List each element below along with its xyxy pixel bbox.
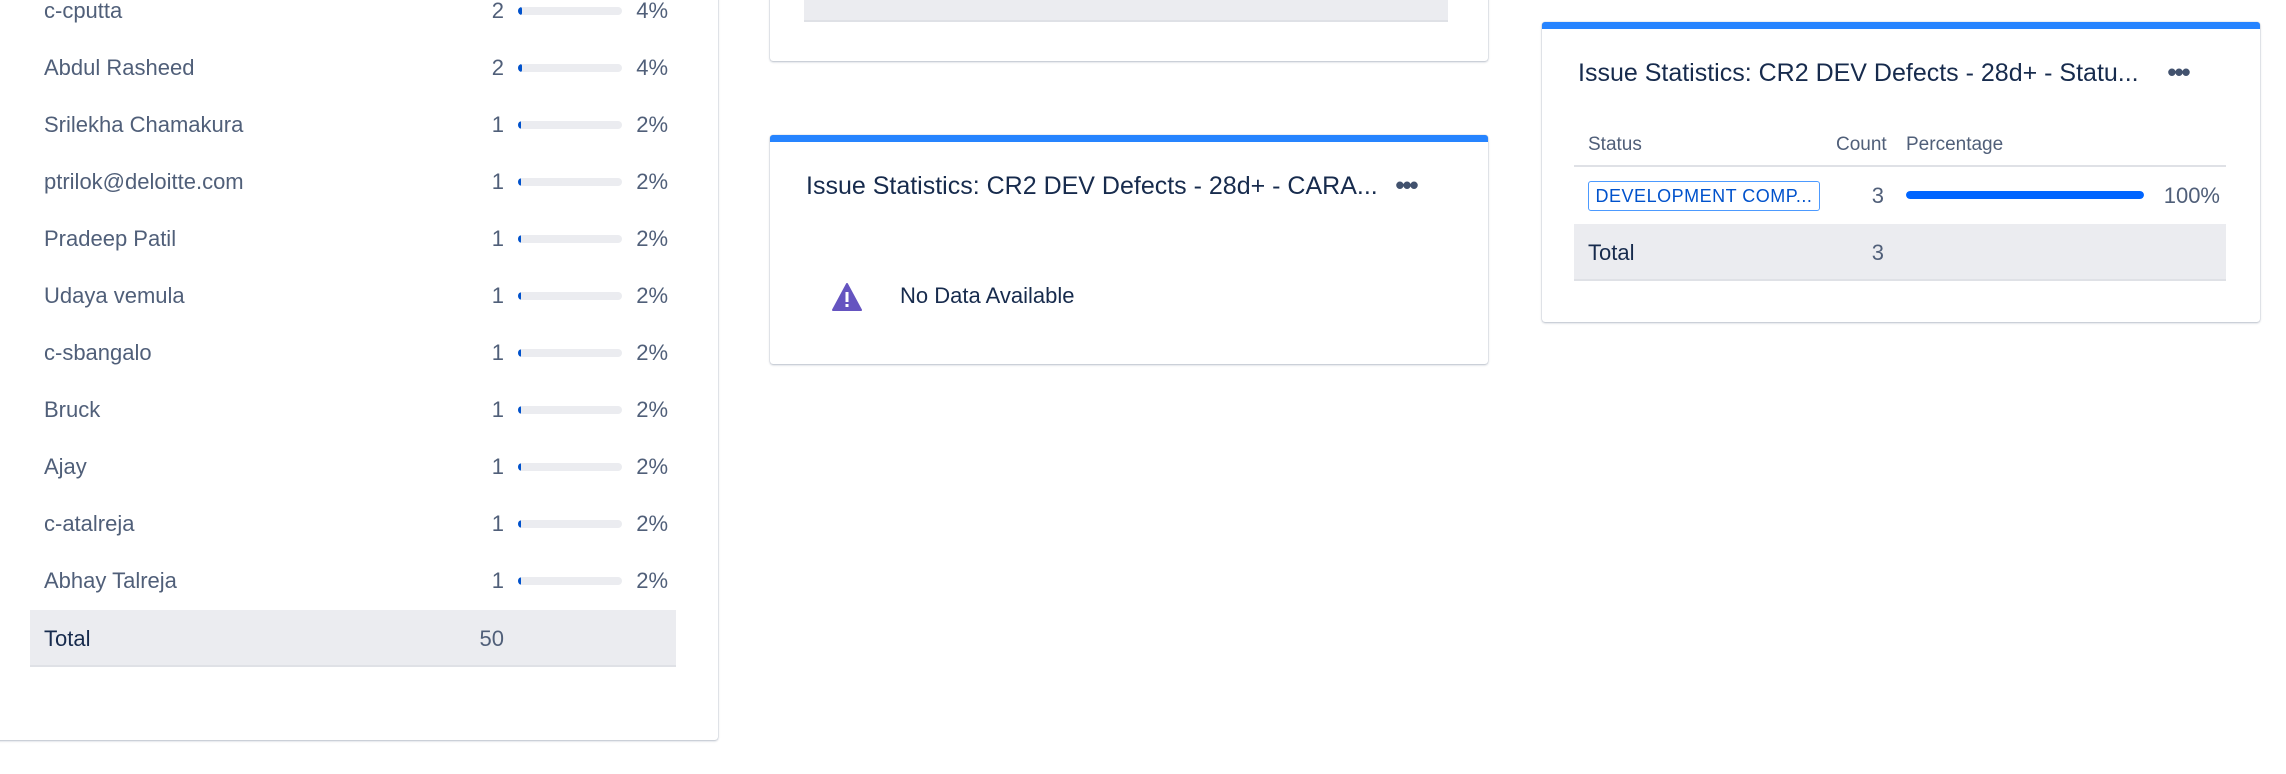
percentage-bar	[518, 349, 622, 357]
row-count: 1	[491, 454, 504, 479]
row-count: 3	[1871, 183, 1884, 208]
row-assignee-name[interactable]: Pradeep Patil	[44, 210, 176, 267]
table-row: Abhay Talreja 1 2%	[0, 552, 718, 609]
row-percentage: 2%	[636, 283, 668, 308]
table-row: Bruck 1 2%	[0, 381, 718, 438]
percentage-bar-fill	[518, 577, 522, 585]
percentage-bar-fill	[518, 121, 522, 129]
table-row: DEVELOPMENT COMP... 3 100%	[1574, 167, 2226, 224]
row-percentage: 2%	[636, 397, 668, 422]
row-assignee-name[interactable]: c-sbangalo	[44, 324, 152, 381]
row-percentage: 2%	[636, 568, 668, 593]
total-count: 3	[1871, 240, 1884, 265]
percentage-bar-fill	[518, 406, 522, 414]
row-percentage: 2%	[636, 226, 668, 251]
row-count: 1	[491, 568, 504, 593]
row-percentage: 4%	[636, 55, 668, 80]
percentage-bar	[518, 577, 622, 585]
table-row: Srilekha Chamakura 1 2%	[0, 96, 718, 153]
percentage-bar	[518, 406, 622, 414]
gadget-partial-top	[770, 0, 1488, 61]
more-horizontal-icon: •••	[1395, 170, 1418, 200]
table-row: c-sbangalo 1 2%	[0, 324, 718, 381]
no-data-message: No Data Available	[900, 283, 1075, 308]
percentage-bar-fill	[1906, 191, 2144, 199]
percentage-bar-fill	[518, 292, 522, 300]
table-row: Udaya vemula 1 2%	[0, 267, 718, 324]
issue-statistics-gadget-assignee: c-cputta 2 4% Abdul Rasheed 2 4% Srilekha Cham…	[0, 0, 718, 740]
percentage-bar-fill	[518, 235, 522, 243]
row-count: 1	[491, 112, 504, 137]
table-row: Ajay 1 2%	[0, 438, 718, 495]
row-assignee-name[interactable]: Srilekha Chamakura	[44, 96, 243, 153]
percentage-bar	[518, 178, 622, 186]
issue-statistics-gadget-cara: Issue Statistics: CR2 DEV Defects - 28d+…	[770, 135, 1488, 364]
row-count: 1	[491, 226, 504, 251]
status-lozenge[interactable]: DEVELOPMENT COMP...	[1588, 181, 1820, 211]
row-assignee-name[interactable]: Udaya vemula	[44, 267, 185, 324]
column-header-count[interactable]: Count	[1836, 133, 1887, 157]
percentage-bar	[518, 121, 622, 129]
gadget-title: Issue Statistics: CR2 DEV Defects - 28d+…	[806, 172, 1378, 200]
gadget-menu-button[interactable]: •••	[1384, 170, 1428, 200]
stats-total-row: Total 3	[1574, 224, 2226, 281]
row-count: 1	[491, 283, 504, 308]
percentage-bar	[518, 520, 622, 528]
row-count: 1	[491, 340, 504, 365]
row-count: 1	[491, 397, 504, 422]
row-count: 1	[491, 511, 504, 536]
percentage-bar-fill	[518, 64, 523, 72]
row-percentage: 2%	[636, 169, 668, 194]
percentage-bar-fill	[518, 520, 522, 528]
row-count: 2	[491, 55, 504, 80]
row-assignee-name[interactable]: Ajay	[44, 438, 87, 495]
row-percentage: 2%	[636, 511, 668, 536]
total-count: 50	[479, 626, 504, 651]
more-horizontal-icon: •••	[2167, 57, 2190, 87]
row-assignee-name[interactable]: Bruck	[44, 381, 100, 438]
total-label: Total	[1588, 240, 1635, 265]
table-row: Pradeep Patil 1 2%	[0, 210, 718, 267]
row-percentage: 100%	[2163, 183, 2220, 208]
row-assignee-name[interactable]: ptrilok@deloitte.com	[44, 153, 244, 210]
percentage-bar-fill	[518, 178, 522, 186]
warning-icon	[832, 283, 862, 311]
table-row: c-atalreja 1 2%	[0, 495, 718, 552]
percentage-bar	[518, 463, 622, 471]
stats-total-row: Total 50	[30, 610, 676, 667]
column-header-percentage: Percentage	[1906, 134, 2004, 155]
row-assignee-name[interactable]: Abhay Talreja	[44, 552, 177, 609]
stats-total-row	[804, 0, 1448, 22]
row-percentage: 2%	[636, 454, 668, 479]
total-label: Total	[44, 626, 91, 651]
percentage-bar-fill	[518, 463, 522, 471]
row-assignee-name[interactable]: c-cputta	[44, 0, 122, 39]
percentage-bar-fill	[518, 349, 522, 357]
row-percentage: 4%	[636, 0, 668, 23]
percentage-bar	[1906, 191, 2144, 199]
row-count: 2	[491, 0, 504, 23]
percentage-bar	[518, 64, 622, 72]
issue-statistics-gadget-status: Issue Statistics: CR2 DEV Defects - 28d+…	[1542, 22, 2260, 322]
row-percentage: 2%	[636, 112, 668, 137]
row-assignee-name[interactable]: Abdul Rasheed	[44, 39, 194, 96]
row-assignee-name[interactable]: c-atalreja	[44, 495, 134, 552]
percentage-bar	[518, 235, 622, 243]
gadget-title: Issue Statistics: CR2 DEV Defects - 28d+…	[1578, 59, 2139, 87]
row-percentage: 2%	[636, 340, 668, 365]
table-row: Abdul Rasheed 2 4%	[0, 39, 718, 96]
percentage-bar	[518, 7, 622, 15]
percentage-bar	[518, 292, 622, 300]
gadget-menu-button[interactable]: •••	[2156, 57, 2200, 87]
table-row: c-cputta 2 4%	[0, 0, 718, 39]
column-header-status[interactable]: Status	[1588, 133, 1642, 157]
row-count: 1	[491, 169, 504, 194]
table-row: ptrilok@deloitte.com 1 2%	[0, 153, 718, 210]
percentage-bar-fill	[518, 7, 523, 15]
